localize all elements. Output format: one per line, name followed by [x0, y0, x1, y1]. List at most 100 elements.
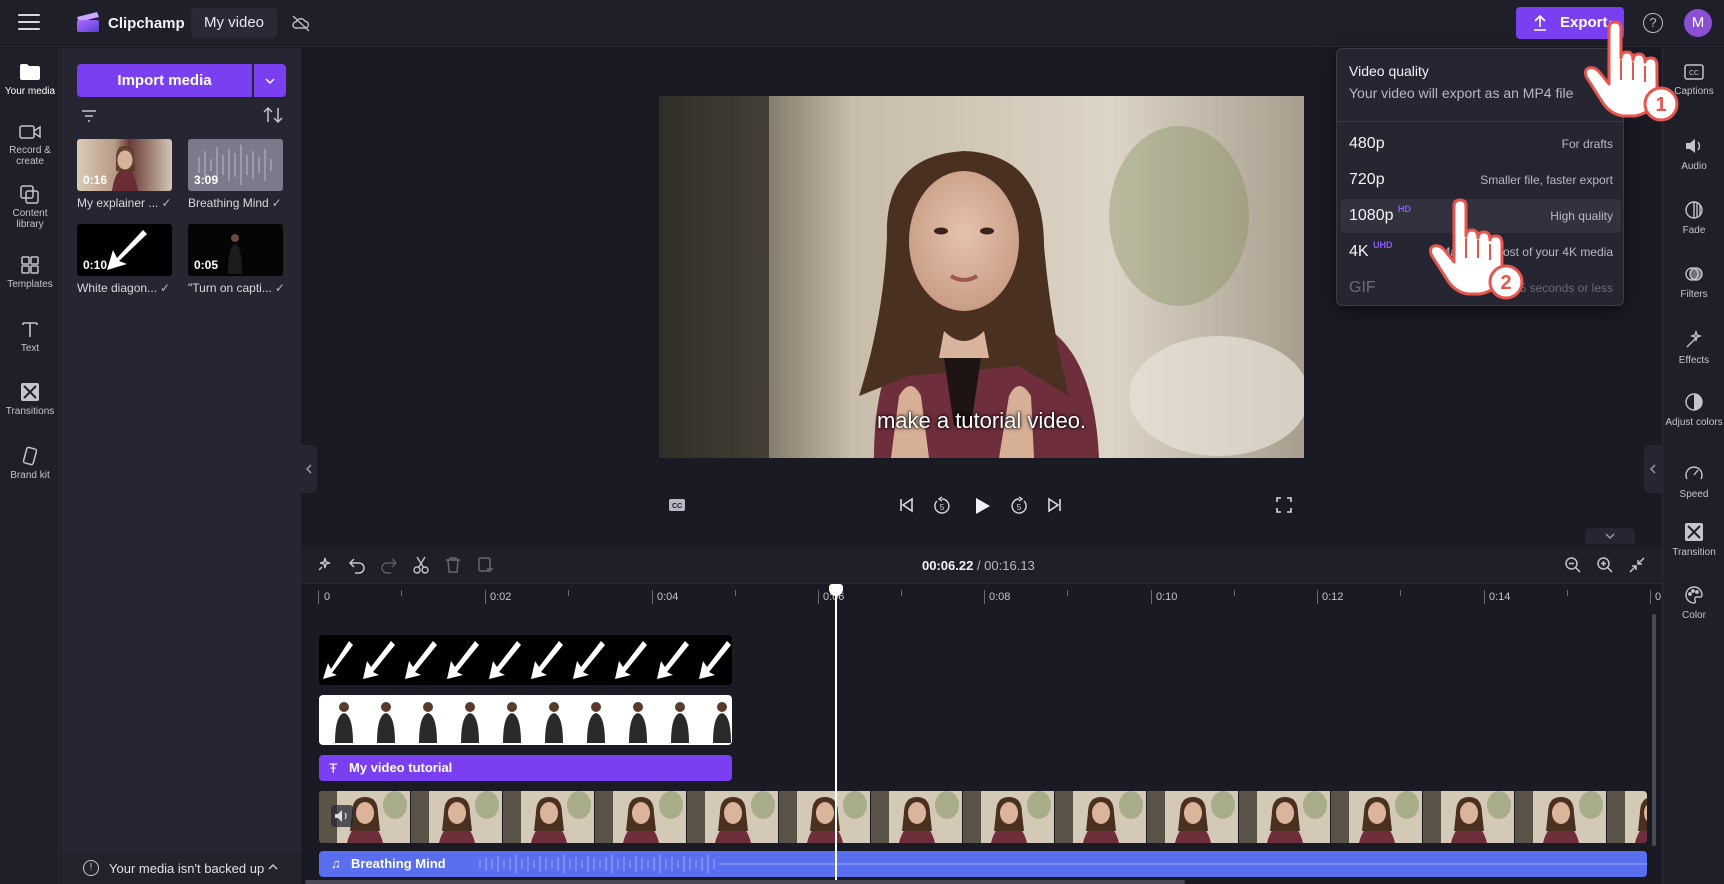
rail-item-color[interactable]: Color [1663, 585, 1724, 621]
play-icon[interactable] [972, 496, 992, 516]
filter-icon[interactable] [81, 110, 97, 122]
current-time: 00:06.22 [922, 558, 974, 573]
upload-icon [1534, 14, 1546, 31]
rail-item-speed[interactable]: Speed [1663, 464, 1724, 500]
collapse-right-panel-button[interactable] [1644, 445, 1662, 493]
adjust-colors-icon [1685, 393, 1703, 411]
collapse-preview-button[interactable] [1585, 528, 1635, 544]
svg-text:5: 5 [940, 503, 945, 512]
audio-clip-label: Breathing Mind [351, 856, 446, 871]
forward-5-icon[interactable]: 5 [1009, 496, 1029, 516]
timeline-vertical-scrollbar[interactable] [1652, 614, 1656, 846]
media-thumbnail[interactable]: 0:10 [77, 224, 172, 276]
ruler-label: 0:02 [490, 591, 512, 603]
zoom-in-icon[interactable] [1596, 556, 1614, 574]
left-rail: Your media Record & create Content libra… [0, 48, 60, 884]
timeline-clip-audio[interactable]: ♫ Breathing Mind [319, 851, 1647, 877]
media-item[interactable]: 0:05 "Turn on capti... ✓ [188, 224, 285, 295]
import-dropdown-button[interactable] [254, 64, 286, 97]
backup-status-bar[interactable]: ! Your media isn't backed up [61, 850, 301, 884]
svg-text:5: 5 [1017, 503, 1022, 512]
delete-icon[interactable] [444, 556, 462, 574]
media-thumbnail[interactable]: 3:09 [188, 139, 283, 191]
ruler-tick [652, 590, 653, 604]
rewind-5-icon[interactable]: 5 [932, 496, 952, 516]
timeline-clip-overlay-video[interactable] [319, 695, 732, 745]
speed-icon [1685, 466, 1703, 480]
filters-icon [1685, 267, 1703, 281]
rail-item-transitions[interactable]: Transitions [0, 382, 60, 417]
main-video-thumbnails [319, 791, 1647, 843]
magic-edit-icon[interactable] [316, 556, 334, 574]
media-label: White diagon... [77, 281, 158, 295]
video-preview[interactable]: make a tutorial video. [659, 96, 1304, 458]
cloud-off-icon[interactable] [291, 14, 311, 32]
speaker-icon [1686, 139, 1701, 153]
rail-item-filters[interactable]: Filters [1663, 264, 1724, 300]
avatar[interactable]: M [1684, 9, 1712, 37]
hamburger-menu-icon[interactable] [18, 14, 40, 32]
redo-icon[interactable] [380, 556, 398, 574]
rail-item-templates[interactable]: Templates [0, 255, 60, 290]
ruler-tick [401, 590, 402, 596]
split-scissors-icon[interactable] [412, 556, 430, 574]
rail-item-record-create[interactable]: Record & create [0, 123, 60, 167]
mute-button[interactable] [331, 805, 353, 827]
fullscreen-icon[interactable] [1276, 497, 1292, 513]
speaker-icon [335, 810, 347, 822]
ruler-tick [818, 590, 819, 604]
playhead[interactable] [835, 584, 837, 884]
timeline-horizontal-scrollbar[interactable] [305, 880, 1185, 884]
hd-badge: HD [1398, 204, 1411, 214]
svg-text:CC: CC [672, 503, 682, 510]
step-number: 1 [1655, 94, 1666, 116]
export-option-720p[interactable]: 720p Smaller file, faster export [1341, 163, 1621, 197]
pointing-hand-cursor-icon: 2 [1428, 198, 1524, 300]
skip-to-start-icon[interactable] [898, 497, 914, 513]
rail-item-brand-kit[interactable]: Brand kit [0, 446, 60, 481]
brand-kit-icon [22, 446, 38, 466]
timeline-clip-text[interactable]: Ŧ My video tutorial [319, 755, 732, 781]
skip-to-end-icon[interactable] [1047, 497, 1063, 513]
project-title[interactable]: My video [191, 8, 278, 38]
sort-icon[interactable] [263, 106, 283, 124]
ruler-tick [1317, 590, 1318, 604]
media-thumbnail[interactable]: 0:16 [77, 139, 172, 191]
rail-item-fade[interactable]: Fade [1663, 200, 1724, 236]
rail-item-adjust-colors[interactable]: Adjust colors [1663, 392, 1724, 428]
media-label: Breathing Mind [188, 196, 269, 210]
rail-item-transition[interactable]: Transition [1663, 522, 1724, 558]
music-note-icon: ♫ [331, 856, 341, 871]
rail-item-your-media[interactable]: Your media [0, 62, 60, 97]
effects-icon [1686, 330, 1703, 348]
timeline-clip-main-video[interactable] [319, 791, 1647, 843]
rail-item-content-library[interactable]: Content library [0, 184, 60, 230]
captions-toggle-icon[interactable]: CC [668, 498, 686, 512]
ruler-tick [735, 590, 736, 596]
chevron-left-icon [1649, 464, 1656, 474]
rail-item-text[interactable]: Text [0, 319, 60, 354]
media-item[interactable]: 3:09 Breathing Mind ✓ [188, 139, 283, 210]
ruler-label: 0 [1655, 591, 1662, 603]
clipchamp-logo-icon [77, 12, 99, 32]
rail-item-effects[interactable]: Effects [1663, 330, 1724, 366]
total-time: / 00:16.13 [976, 558, 1035, 573]
palette-icon [1685, 586, 1703, 604]
option-description: For drafts [1561, 137, 1613, 151]
duplicate-icon[interactable] [477, 556, 495, 574]
undo-icon[interactable] [348, 556, 366, 574]
zoom-out-icon[interactable] [1564, 556, 1582, 574]
fit-timeline-icon[interactable] [1628, 556, 1646, 574]
media-thumbnail[interactable]: 0:05 [188, 224, 283, 276]
media-item[interactable]: 0:10 White diagon... ✓ [77, 224, 172, 295]
app-name: Clipchamp [108, 15, 185, 32]
chevron-up-icon[interactable] [267, 862, 279, 872]
collapse-left-panel-button[interactable] [301, 445, 317, 493]
export-option-480p[interactable]: 480p For drafts [1341, 127, 1621, 161]
import-media-button[interactable]: Import media [77, 64, 252, 97]
ruler-label: 0:04 [657, 591, 679, 603]
timeline-clip-arrows[interactable] [319, 635, 732, 685]
media-item[interactable]: 0:16 My explainer ... ✓ [77, 139, 172, 210]
rail-item-audio[interactable]: Audio [1663, 136, 1724, 172]
info-icon: ! [83, 860, 99, 876]
